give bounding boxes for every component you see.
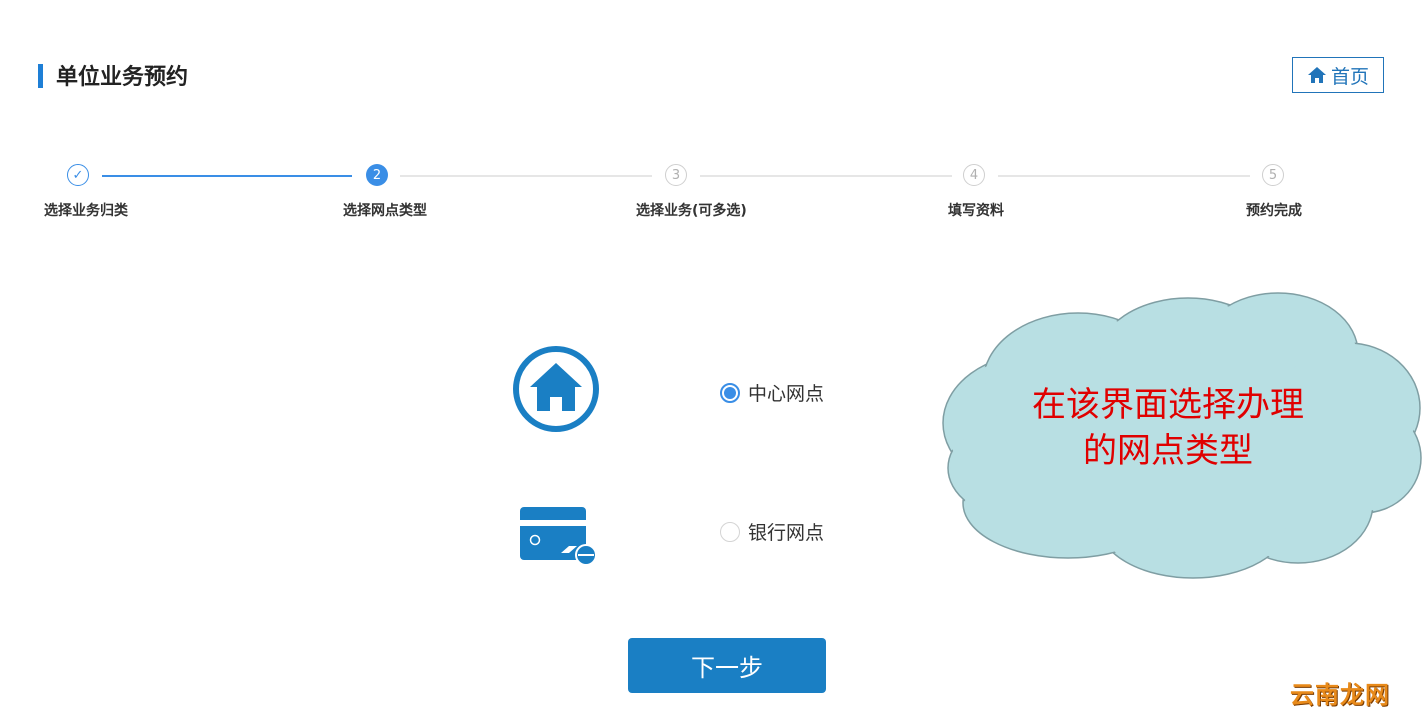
center-outlet-radio[interactable]	[720, 382, 740, 403]
step-1-label: 选择业务归类	[44, 203, 128, 219]
home-button-label: 首页	[1330, 65, 1369, 88]
step-3-label: 选择业务(可多选)	[636, 203, 747, 219]
home-icon	[1307, 67, 1326, 83]
step-2-number: 2	[366, 164, 388, 186]
step-5-label: 预约完成	[1246, 203, 1302, 219]
bank-card-icon	[520, 507, 597, 566]
callout-line-2: 的网点类型	[1083, 431, 1253, 471]
center-outlet-label: 中心网点	[748, 383, 825, 405]
step-2-label: 选择网点类型	[343, 203, 427, 219]
step-4-label: 填写资料	[948, 203, 1004, 219]
step-connector	[700, 175, 952, 177]
step-connector	[998, 175, 1250, 177]
home-button[interactable]: 首页	[1292, 57, 1384, 93]
title-accent-bar	[38, 64, 43, 88]
bank-outlet-radio[interactable]	[720, 521, 740, 542]
step-4-number: 4	[963, 164, 985, 186]
step-1-check-icon: ✓	[67, 164, 89, 186]
home-circle-icon	[513, 346, 599, 432]
option-center-outlet[interactable]: 中心网点	[720, 379, 824, 406]
progress-steps: ✓ 2 3 4 5 选择业务归类 选择网点类型 选择业务(可多选) 填写资料 预…	[0, 160, 1425, 230]
option-bank-outlet[interactable]: 银行网点	[720, 518, 824, 545]
bank-outlet-label: 银行网点	[748, 522, 825, 544]
step-3-number: 3	[665, 164, 687, 186]
callout-text: 在该界面选择办理 的网点类型	[1000, 382, 1336, 474]
step-5-number: 5	[1262, 164, 1284, 186]
step-connector	[400, 175, 652, 177]
step-connector-done	[102, 175, 352, 177]
callout-line-1: 在该界面选择办理	[1032, 385, 1304, 425]
site-watermark: 云南龙网	[1290, 681, 1390, 709]
page-title: 单位业务预约	[56, 65, 189, 90]
next-step-button[interactable]: 下一步	[628, 638, 826, 693]
